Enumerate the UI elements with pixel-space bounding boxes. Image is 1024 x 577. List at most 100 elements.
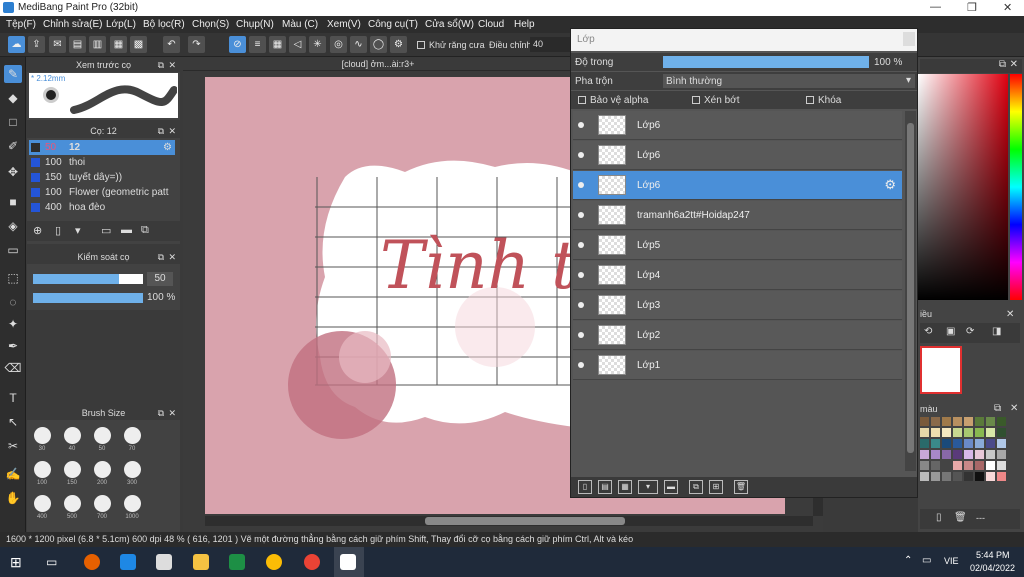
eyedropper-icon[interactable]: ✍ <box>4 465 22 483</box>
delete-layer-icon[interactable]: 🗑 <box>734 480 748 494</box>
palette-swatch[interactable] <box>975 417 984 426</box>
brush-size-preset[interactable]: 400 <box>29 492 55 524</box>
palette-swatch[interactable] <box>931 417 940 426</box>
popout-icon[interactable]: ⧉ <box>158 58 164 72</box>
palette-swatch[interactable] <box>964 439 973 448</box>
radial-snap-icon[interactable]: ✳ <box>309 36 326 53</box>
size-value[interactable]: 50 <box>147 272 173 286</box>
visibility-eye-icon[interactable] <box>578 302 584 308</box>
brush-row[interactable]: 100 thoi <box>29 155 175 170</box>
palette-swatch[interactable] <box>931 472 940 481</box>
palette-swatch[interactable] <box>975 439 984 448</box>
windows-start-icon[interactable]: ⊞ <box>10 554 22 571</box>
palette-swatch[interactable] <box>986 417 995 426</box>
menu-tools[interactable]: Công cụ(T) <box>368 19 418 30</box>
excel-icon[interactable] <box>229 554 245 570</box>
palette-swatch[interactable] <box>920 417 929 426</box>
protect-alpha-checkbox[interactable]: Bảo vệ alpha <box>578 95 648 106</box>
brush-size-preset[interactable]: 40 <box>59 424 85 456</box>
color-picker-field[interactable] <box>918 74 1008 300</box>
grid-icon[interactable]: ▦ <box>110 36 127 53</box>
undo-icon[interactable]: ↶ <box>163 36 180 53</box>
horizontal-scrollbar[interactable] <box>205 516 813 526</box>
brush-size-preset[interactable]: 30 <box>29 424 55 456</box>
new-8bit-layer-icon[interactable]: ▦ <box>618 480 632 494</box>
panel-close-icon[interactable]: ✕ <box>168 250 176 264</box>
palette-swatch[interactable] <box>953 417 962 426</box>
opacity-slider[interactable] <box>33 293 143 303</box>
message-icon[interactable]: ▤ <box>69 36 86 53</box>
visibility-eye-icon[interactable] <box>578 242 584 248</box>
palette-swatch[interactable] <box>931 461 940 470</box>
panel-close-icon[interactable]: ✕ <box>1010 59 1018 70</box>
scroll-thumb[interactable] <box>425 517 625 525</box>
palette-swatch[interactable] <box>986 439 995 448</box>
brush-size-preset[interactable]: 300 <box>119 458 145 490</box>
brush-row[interactable]: 400 hoa đèo <box>29 200 175 215</box>
layer-scroll-thumb[interactable] <box>907 123 914 453</box>
chrome-icon[interactable] <box>266 554 282 570</box>
select-tool-icon[interactable]: ⬚ <box>4 269 22 287</box>
layout-icon[interactable]: ▩ <box>130 36 147 53</box>
color-palette[interactable] <box>920 417 1008 501</box>
panel-close-icon[interactable]: ✕ <box>168 58 176 72</box>
layer-row[interactable]: Lớp6 <box>573 141 902 170</box>
panel-close-icon[interactable]: ✕ <box>168 406 176 420</box>
brush-size-preset[interactable]: 50 <box>89 424 115 456</box>
layer-menu-icon[interactable]: ▾ <box>638 480 658 494</box>
palette-swatch[interactable] <box>997 439 1006 448</box>
eraser-tool-icon[interactable]: ◆ <box>4 89 22 107</box>
popout-icon[interactable]: ⧉ <box>158 406 164 420</box>
vanish-snap-icon[interactable]: ◁ <box>289 36 306 53</box>
navigator-thumbnail[interactable] <box>920 346 962 394</box>
layer-row[interactable]: tramanh6a2tt#Hoidap247 <box>573 201 902 230</box>
restore-icon[interactable]: ❐ <box>967 1 977 14</box>
close-icon[interactable]: ✕ <box>1003 1 1012 14</box>
visibility-eye-icon[interactable] <box>578 272 584 278</box>
magic-wand-icon[interactable]: ✦ <box>4 315 22 333</box>
layer-row[interactable]: Lớp3 <box>573 291 902 320</box>
new-layer-icon[interactable]: ▯ <box>578 480 592 494</box>
menu-capture[interactable]: Chụp(N) <box>236 19 274 30</box>
palette-swatch[interactable] <box>975 428 984 437</box>
brush-menu-icon[interactable]: ▾ <box>75 224 81 237</box>
menu-color[interactable]: Màu (C) <box>282 19 318 30</box>
parallel-snap-icon[interactable]: ≡ <box>249 36 266 53</box>
brush-size-preset[interactable]: 500 <box>59 492 85 524</box>
layer-row[interactable]: Lớp6 <box>573 111 902 140</box>
gear-icon[interactable]: ⚙ <box>884 177 896 193</box>
visibility-eye-icon[interactable] <box>578 362 584 368</box>
visibility-eye-icon[interactable] <box>578 122 584 128</box>
cloud-icon[interactable]: ☁ <box>8 36 25 53</box>
popout-icon[interactable]: ⧉ <box>999 59 1006 70</box>
minimize-icon[interactable]: — <box>930 1 941 13</box>
panel-close-icon[interactable]: ✕ <box>168 124 176 138</box>
palette-swatch[interactable] <box>986 461 995 470</box>
palette-swatch[interactable] <box>964 461 973 470</box>
chrome-profile-icon[interactable] <box>304 554 320 570</box>
new-brush-icon[interactable]: ▯ <box>55 224 61 237</box>
palette-swatch[interactable] <box>942 461 951 470</box>
layer-scrollbar[interactable] <box>905 111 916 471</box>
lock-checkbox[interactable]: Khóa <box>806 95 841 106</box>
brush-size-preset[interactable]: 150 <box>59 458 85 490</box>
palette-swatch[interactable] <box>920 450 929 459</box>
edge-icon[interactable] <box>120 554 136 570</box>
panel-close-icon[interactable]: ✕ <box>1006 309 1014 320</box>
palette-swatch[interactable] <box>953 450 962 459</box>
shape-tool-icon[interactable]: ■ <box>4 193 22 211</box>
menu-select[interactable]: Chọn(S) <box>192 19 229 30</box>
palette-swatch[interactable] <box>975 461 984 470</box>
palette-swatch[interactable] <box>997 428 1006 437</box>
menu-edit[interactable]: Chỉnh sửa(E) <box>43 19 103 30</box>
redo-icon[interactable]: ↷ <box>188 36 205 53</box>
brush-tool-icon[interactable]: ✎ <box>4 65 22 83</box>
bucket-tool-icon[interactable]: ◈ <box>4 217 22 235</box>
palette-swatch[interactable] <box>997 450 1006 459</box>
popout-icon[interactable]: ⧉ <box>994 403 1001 414</box>
palette-swatch[interactable] <box>931 439 940 448</box>
palette-swatch[interactable] <box>986 428 995 437</box>
palette-swatch[interactable] <box>953 472 962 481</box>
lasso-tool-icon[interactable]: ◌ <box>4 293 22 311</box>
divide-tool-icon[interactable]: ✂ <box>4 437 22 455</box>
